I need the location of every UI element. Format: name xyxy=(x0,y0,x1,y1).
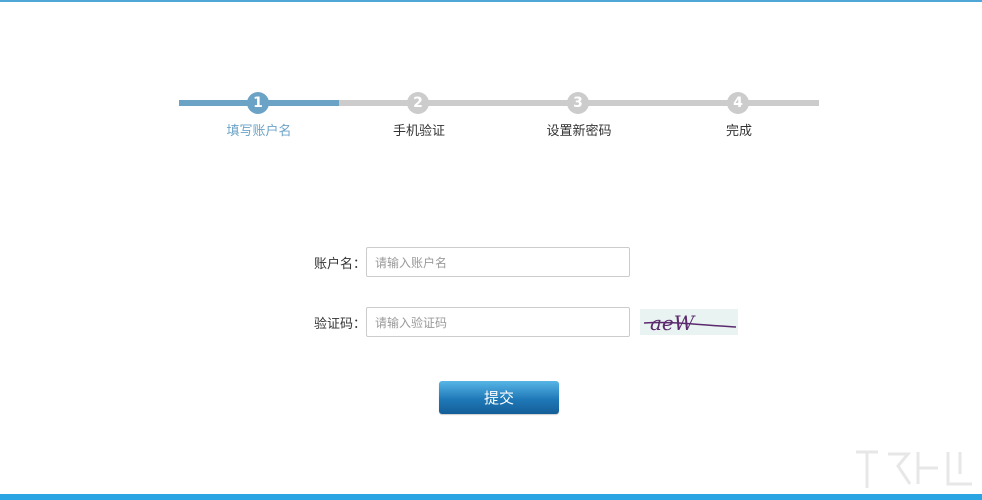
top-accent-line xyxy=(0,0,982,2)
captcha-row: 验证码： 请输入验证码 aeW xyxy=(290,306,738,338)
step-2-label: 手机验证 xyxy=(392,124,445,139)
bottom-accent-bar xyxy=(0,494,982,500)
progress-stepper: 1 填写账户名 2 手机验证 3 设置新密码 4 完成 xyxy=(179,90,819,150)
captcha-image[interactable]: aeW xyxy=(640,309,738,335)
step-3-label: 设置新密码 xyxy=(546,124,612,139)
step-2: 2 手机验证 xyxy=(339,90,499,150)
step-1: 1 填写账户名 xyxy=(179,90,339,150)
account-label: 账户名： xyxy=(313,256,366,272)
captcha-graphic: aeW xyxy=(643,311,737,335)
step-1-label: 填写账户名 xyxy=(226,124,292,139)
step-4: 4 完成 xyxy=(659,90,819,150)
account-input[interactable]: 请输入账户名 xyxy=(366,247,630,277)
step-1-number: 1 xyxy=(247,92,269,114)
step-4-label: 完成 xyxy=(725,124,752,139)
step-4-number: 4 xyxy=(727,92,749,114)
captcha-label: 验证码： xyxy=(313,316,366,332)
captcha-input[interactable]: 请输入验证码 xyxy=(366,307,630,337)
submit-button[interactable]: 提交 xyxy=(439,381,559,414)
step-3-number: 3 xyxy=(567,92,589,114)
step-2-number: 2 xyxy=(407,92,429,114)
account-row: 账户名： 请输入账户名 xyxy=(290,246,630,278)
captcha-text: aeW xyxy=(650,311,696,335)
watermark-logo xyxy=(856,450,972,488)
step-3: 3 设置新密码 xyxy=(499,90,659,150)
